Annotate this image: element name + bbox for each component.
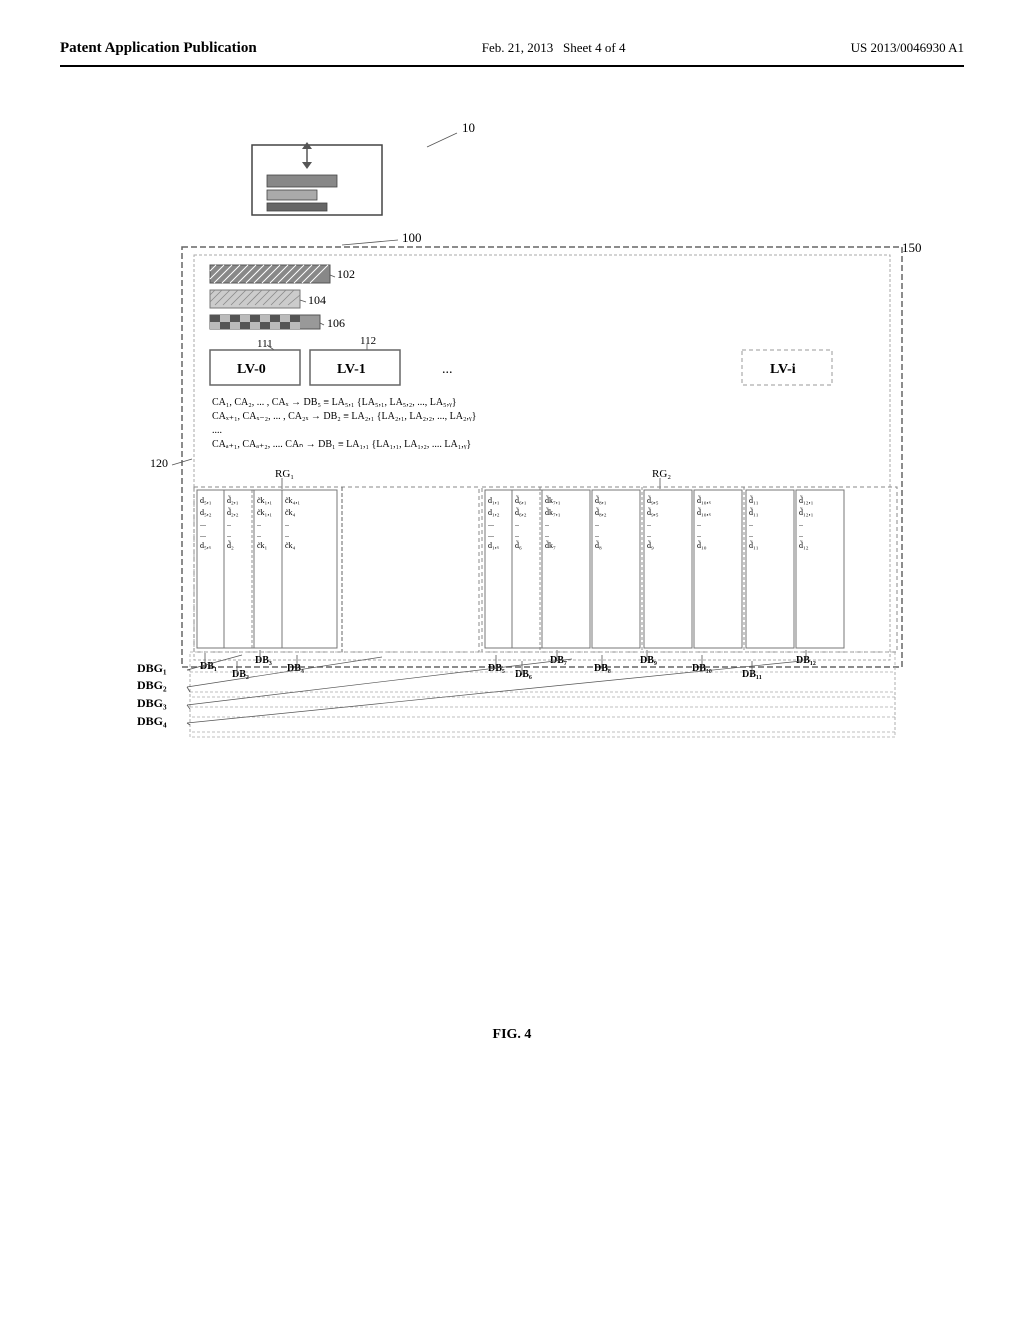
diagram-svg: 10 100 150 — [82, 97, 942, 997]
ref-150-label: 150 — [902, 240, 922, 255]
db2-label: DB₂ — [232, 669, 249, 680]
d10x-label: d̃₁₀ — [697, 540, 707, 550]
ref-102-label: 102 — [337, 267, 355, 281]
ck4dots: .. — [285, 519, 289, 528]
d121-label: d̃₁₂,₁ — [799, 495, 814, 505]
d8x-label: d̃₈ — [595, 540, 602, 550]
d112-label: d̃₁₁ — [749, 507, 759, 517]
d12dots: .. — [799, 519, 803, 528]
ref-100-label: 100 — [402, 230, 422, 245]
ref-120-label: 120 — [150, 456, 168, 470]
d10dots: .. — [697, 519, 701, 528]
rg2-label: RG₂ — [652, 468, 671, 480]
d11x-label: d̃₁₁ — [749, 540, 759, 550]
diagram-container: 10 100 150 — [60, 97, 964, 997]
dk7x-label: d̃k₇ — [545, 540, 556, 550]
ref-111-label: 111 — [257, 338, 273, 350]
d9dots2: .. — [647, 530, 651, 539]
d1dots2: ... — [488, 530, 494, 539]
d21-label: d̃₂,₁ — [227, 495, 239, 505]
d6dots2: .. — [515, 530, 519, 539]
db9-label: DB₉ — [640, 655, 657, 666]
d2x-label: d̃₂ — [227, 540, 234, 550]
db3-label: DB₃ — [255, 655, 272, 666]
dk7dots: .. — [545, 519, 549, 528]
header: Patent Application Publication Feb. 21, … — [60, 40, 964, 67]
dbg4-label: DBG₄ — [137, 714, 167, 728]
d11dots: .. — [749, 519, 753, 528]
lv1-label: LV-1 — [337, 362, 366, 377]
component-104 — [210, 290, 300, 308]
d22-label: d̃₂,₂ — [227, 507, 239, 517]
lv-ellipsis: ... — [442, 362, 453, 377]
d82-label: d̃₈,₂ — [595, 507, 607, 517]
d122-label: d̃₁₂,₁ — [799, 507, 814, 517]
dk71-label: d̃k₇,₁ — [545, 495, 561, 505]
ref-104-label: 104 — [308, 293, 326, 307]
dbg1-label: DBG₁ — [137, 661, 167, 675]
lv0-label: LV-0 — [237, 362, 266, 377]
dk72-label: d̃k₇,₁ — [545, 507, 561, 517]
ck4dots2: .. — [285, 530, 289, 539]
dbg3-label: DBG₃ — [137, 696, 167, 710]
d1x-label: d₁,ₓ — [488, 541, 500, 550]
d12dots2: .. — [799, 530, 803, 539]
d8dots2: .. — [595, 530, 599, 539]
formula2: CAₓ₊₁, CAₓ₋₂, ... , CA₂ₓ → DB₂ ≡ LA₂,₁ {… — [212, 411, 476, 422]
d9dots: .. — [647, 519, 651, 528]
d2dots2: .. — [227, 530, 231, 539]
lvi-label: LV-i — [770, 362, 796, 377]
d51-label: d₅,₁ — [200, 496, 212, 505]
d1dots: ... — [488, 519, 494, 528]
ckdots2: .. — [257, 530, 261, 539]
ck12-label: c̃k₁,₁ — [257, 508, 272, 517]
d61-label: d̃₆,₁ — [515, 495, 527, 505]
ref-112-label: 112 — [360, 335, 376, 347]
ck1x-label: c̃k₁ — [257, 541, 268, 550]
ck42-label: c̃k₄ — [285, 508, 296, 517]
d6dots: .. — [515, 519, 519, 528]
ckdots: .. — [257, 519, 261, 528]
d2dots: .. — [227, 519, 231, 528]
ck41-label: c̃k₄,₁ — [285, 496, 300, 505]
d81-label: d̃₈,₁ — [595, 495, 607, 505]
header-right: US 2013/0046930 A1 — [851, 40, 964, 56]
page: Patent Application Publication Feb. 21, … — [0, 0, 1024, 1320]
d5dots2: ... — [200, 530, 206, 539]
figure-label: FIG. 4 — [60, 1027, 964, 1043]
d12-label: d₁,₂ — [488, 508, 500, 517]
d9x-label: d̃₉ — [647, 540, 654, 550]
d11dots2: .. — [749, 530, 753, 539]
d12x-label: d̃₁₂ — [799, 540, 809, 550]
d5x-label: d₅,ₓ — [200, 541, 212, 550]
ref-10-label: 10 — [462, 120, 475, 135]
dbg2-box — [190, 672, 895, 717]
d10dots2: .. — [697, 530, 701, 539]
d111-label: d̃₁₁ — [749, 495, 759, 505]
dbg2-label: DBG₂ — [137, 678, 167, 692]
d8dots: .. — [595, 519, 599, 528]
dbg4-box — [190, 707, 895, 737]
formula1: CA₁, CA₂, ... , CAₓ → DB₅ ≡ LA₅,₁ {LA₅,₁… — [212, 397, 457, 408]
header-center: Feb. 21, 2013 Sheet 4 of 4 — [482, 40, 626, 56]
formula4: CAₐ₊₁, CAₐ₊₂, .... CAₙ → DB₁ ≡ LA₁,₁ {LA… — [212, 439, 471, 450]
d92-label: d̃₉,₅ — [647, 507, 659, 517]
d101-label: d̃₁₀,ₓ — [697, 495, 712, 505]
d11-label: d₁,₁ — [488, 496, 500, 505]
d62-label: d̃₆,₂ — [515, 507, 527, 517]
ref-106-label: 106 — [327, 316, 345, 330]
dk7dots2: .. — [545, 530, 549, 539]
d6x-label: d̃₆ — [515, 540, 522, 550]
d91-label: d̃₉,₅ — [647, 495, 659, 505]
d52-label: d₅,₂ — [200, 508, 212, 517]
d5dots: ... — [200, 519, 206, 528]
db6-label: DB₆ — [515, 669, 532, 680]
ck11-label: c̃k₁,₁ — [257, 496, 272, 505]
formula3: .... — [212, 425, 222, 436]
ck4x-label: c̃k₄ — [285, 541, 296, 550]
d102-label: d̃₁₀,ₓ — [697, 507, 712, 517]
header-left: Patent Application Publication — [60, 40, 257, 57]
rg1-label: RG₁ — [275, 468, 294, 480]
